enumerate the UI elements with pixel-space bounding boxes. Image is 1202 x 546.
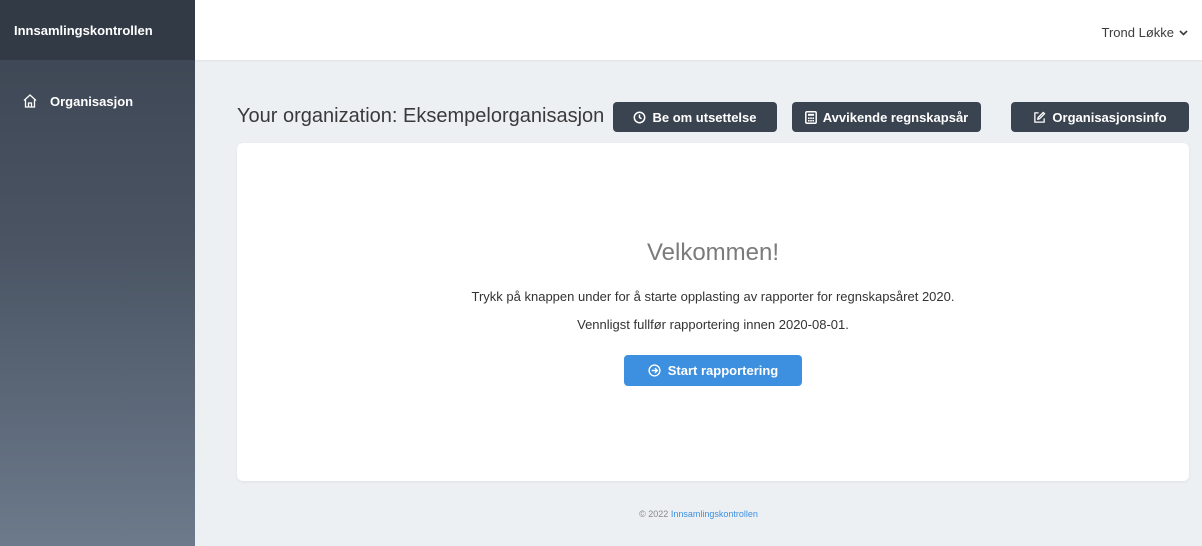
deadline-text: Vennligst fullfør rapportering innen 202… [577, 317, 849, 332]
deviating-fiscal-year-label: Avvikende regnskapsår [822, 109, 969, 125]
request-postponement-button[interactable]: Be om utsettelse [613, 102, 777, 132]
sidebar-item-label: Organisasjon [50, 93, 134, 109]
chevron-down-icon [1179, 29, 1188, 36]
arrow-circle-right-icon [648, 364, 661, 377]
calculator-icon [804, 110, 817, 124]
sidebar: Innsamlingskontrollen Organisasjon [0, 0, 195, 546]
footer: © 2022 Innsamlingskontrollen [195, 509, 1202, 519]
deviating-fiscal-year-button[interactable]: Avvikende regnskapsår [792, 102, 981, 132]
footer-copyright: © 2022 [639, 509, 669, 519]
welcome-heading: Velkommen! [646, 239, 780, 266]
home-icon [22, 92, 40, 110]
instructions-text: Trykk på knappen under for å starte oppl… [471, 289, 955, 304]
sidebar-item-organisasjon[interactable]: Organisasjon [0, 87, 195, 115]
organization-info-button[interactable]: Organisasjonsinfo [1011, 102, 1189, 132]
page-title: Your organization: Eksempelorganisasjon [237, 105, 605, 127]
organization-info-label: Organisasjonsinfo [1052, 109, 1167, 125]
edit-icon [1033, 111, 1046, 124]
start-reporting-button[interactable]: Start rapportering [624, 355, 802, 386]
footer-link[interactable]: Innsamlingskontrollen [671, 509, 758, 519]
start-reporting-label: Start rapportering [667, 363, 779, 378]
page-header: Your organization: Eksempelorganisasjon … [237, 102, 1189, 132]
request-postponement-label: Be om utsettelse [652, 109, 757, 125]
app-brand[interactable]: Innsamlingskontrollen [0, 0, 195, 60]
topbar: Trond Løkke [195, 0, 1202, 60]
clock-icon [633, 111, 646, 124]
user-menu[interactable]: Trond Løkke [1102, 25, 1189, 40]
user-name: Trond Løkke [1101, 25, 1175, 40]
welcome-card: Velkommen! Trykk på knappen under for å … [237, 143, 1189, 481]
